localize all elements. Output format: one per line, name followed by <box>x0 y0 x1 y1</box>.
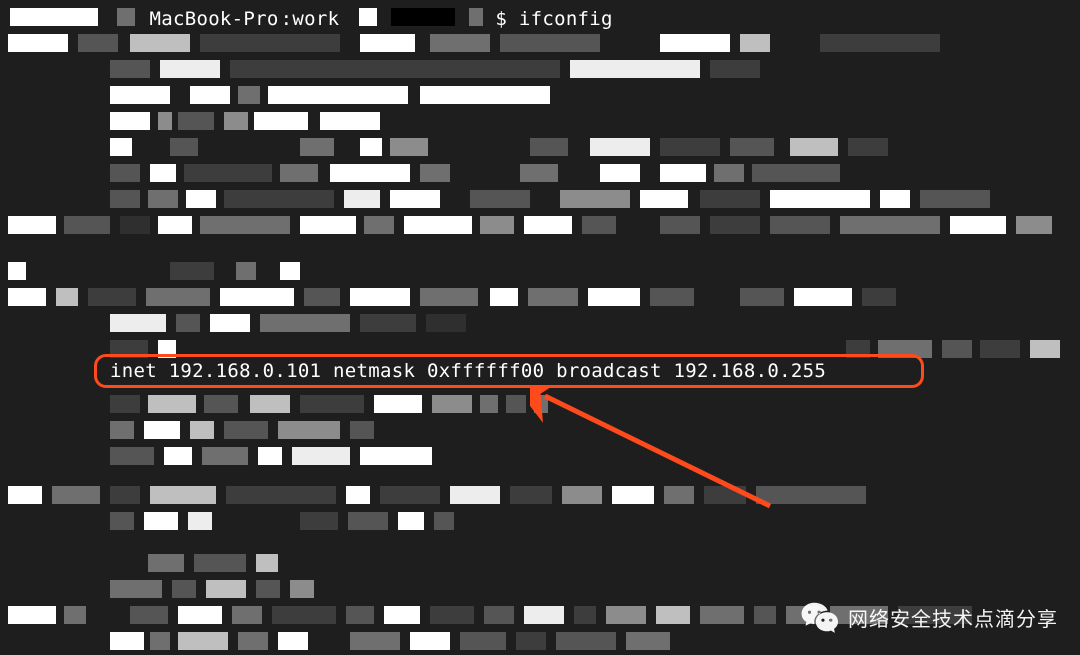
wechat-icon <box>800 601 838 633</box>
highlighted-line: inet 192.168.0.101 netmask 0xffffff00 br… <box>110 360 826 382</box>
watermark: 网络安全技术点滴分享 <box>800 601 1058 633</box>
redaction-overlay <box>0 0 1080 655</box>
watermark-text: 网络安全技术点滴分享 <box>848 603 1058 632</box>
